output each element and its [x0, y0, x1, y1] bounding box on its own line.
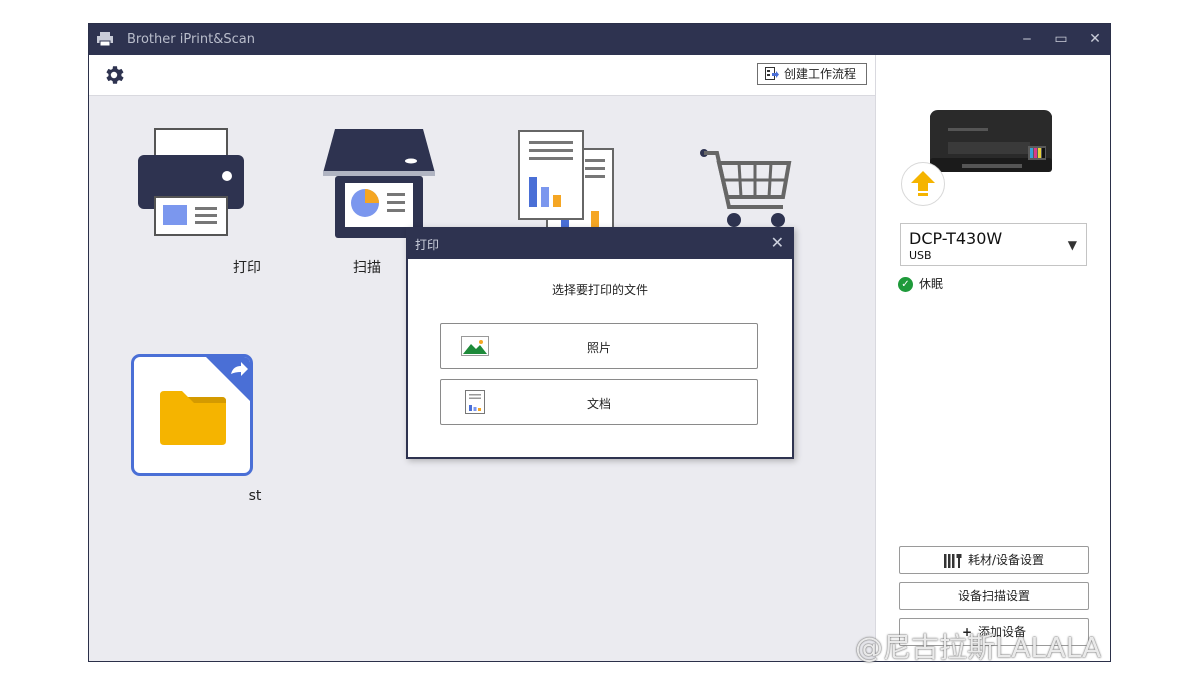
tile-print-label: 打印 [233, 260, 261, 276]
photo-option-button[interactable]: 照片 [440, 323, 758, 369]
print-dialog: 打印 ✕ 选择要打印的文件 照片 文档 [406, 227, 794, 459]
minimize-button[interactable]: ‒ [1015, 28, 1039, 50]
printer-device-image [930, 110, 1052, 172]
device-status-text: 休眠 [919, 277, 944, 291]
tile-supplies[interactable] [695, 145, 795, 235]
printer-icon [138, 128, 244, 236]
app-window: Brother iPrint&Scan ‒ ▭ ✕ 创建工作流程 打印 扫描 s… [88, 23, 1111, 662]
printer-app-icon [97, 32, 113, 46]
tile-copy[interactable] [517, 129, 617, 239]
device-connection: USB [909, 249, 932, 262]
window-title: Brother iPrint&Scan [127, 32, 256, 47]
tools-icon [943, 553, 962, 568]
shopping-cart-icon [700, 149, 792, 227]
scan-settings-button[interactable]: 设备扫描设置 [899, 582, 1089, 610]
device-model: DCP-T430W [909, 229, 1003, 248]
dropdown-arrow-icon: ▼ [1067, 238, 1077, 252]
device-panel: DCP-T430W USB ▼ ✓ 休眠 耗材/设备设置 设备扫描设置 + 添加设备 [876, 55, 1110, 661]
scan-settings-label: 设备扫描设置 [957, 589, 1030, 603]
create-workflow-label: 创建工作流程 [784, 67, 857, 81]
close-button[interactable]: ✕ [1083, 28, 1107, 50]
supplies-settings-button[interactable]: 耗材/设备设置 [899, 546, 1089, 574]
dialog-title-bar: 打印 ✕ [408, 229, 792, 259]
dialog-close-button[interactable]: ✕ [771, 233, 784, 252]
create-workflow-button[interactable]: 创建工作流程 [757, 63, 867, 85]
supplies-settings-label: 耗材/设备设置 [967, 553, 1045, 567]
copy-documents-icon [518, 130, 614, 233]
check-circle-icon: ✓ [898, 277, 913, 292]
upload-arrow-icon [911, 171, 935, 196]
title-bar: Brother iPrint&Scan ‒ ▭ ✕ [89, 24, 1110, 55]
tile-print[interactable]: 打印 [135, 127, 261, 277]
photo-option-label: 照片 [586, 341, 611, 355]
tile-workflow-st[interactable]: st [131, 354, 261, 514]
dialog-title: 打印 [415, 238, 440, 252]
workflow-card[interactable] [131, 354, 253, 476]
scanner-icon [323, 129, 435, 238]
document-option-button[interactable]: 文档 [440, 379, 758, 425]
tile-workflow-st-label: st [248, 488, 262, 504]
update-badge[interactable] [901, 162, 945, 206]
maximize-button[interactable]: ▭ [1049, 28, 1073, 50]
toolbar: 创建工作流程 [89, 55, 875, 96]
watermark: @尼古拉斯LALALA [855, 631, 1102, 664]
device-selector[interactable]: DCP-T430W USB ▼ [900, 223, 1087, 266]
device-status: ✓ 休眠 [898, 275, 943, 292]
workflow-icon [765, 67, 779, 80]
gear-icon[interactable] [102, 63, 126, 87]
folder-icon [160, 391, 226, 445]
dialog-prompt: 选择要打印的文件 [551, 283, 648, 297]
document-option-label: 文档 [586, 397, 611, 411]
